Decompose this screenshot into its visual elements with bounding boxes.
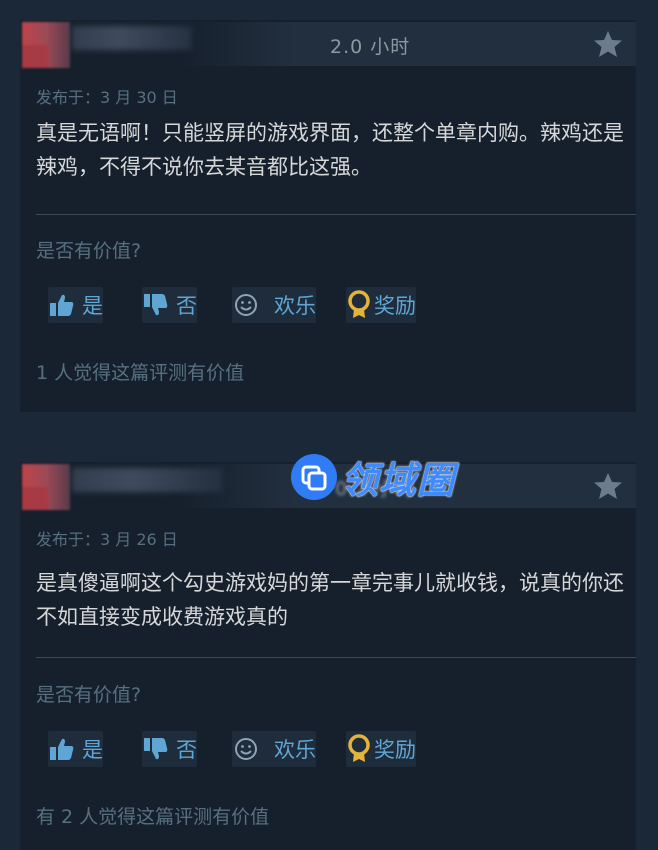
award-label: 奖励 (374, 294, 416, 318)
review-header: 2.0 小时 (20, 20, 636, 68)
review-card: 2.0 小时 发布于：3 月 30 日 真是无语啊！只能竖屏的游戏界面，还整个单… (20, 20, 636, 412)
vote-no-label: 否 (176, 294, 197, 318)
avatar[interactable] (22, 464, 70, 510)
watermark: 领域圈 (291, 451, 455, 503)
smiley-icon (235, 738, 257, 760)
vote-yes-label: 是 (82, 738, 103, 762)
vote-funny-label: 欢乐 (274, 294, 316, 318)
award-medal-icon (348, 734, 370, 762)
divider (36, 214, 636, 215)
review-card: 0.2 小时 发布于：3 月 26 日 是真傻逼啊这个勾史游戏妈的第一章完事儿就… (20, 462, 636, 850)
smiley-icon (235, 294, 257, 316)
vote-no-button[interactable]: 否 (142, 731, 197, 767)
posted-date: 发布于：3 月 26 日 (36, 530, 178, 549)
vote-funny-button[interactable]: 欢乐 (232, 731, 316, 767)
vote-yes-label: 是 (82, 294, 103, 318)
divider (36, 657, 636, 658)
watermark-logo-icon (291, 454, 337, 500)
review-text: 真是无语啊！只能竖屏的游戏界面，还整个单章内购。辣鸡还是辣鸡，不得不说你去某音都… (36, 121, 624, 179)
thumbs-down-icon (144, 294, 168, 316)
helpful-count: 1 人觉得这篇评测有价值 (36, 362, 245, 384)
vote-no-button[interactable]: 否 (142, 287, 197, 323)
award-button[interactable]: 奖励 (346, 287, 416, 323)
vote-no-label: 否 (176, 738, 197, 762)
review-text: 是真傻逼啊这个勾史游戏妈的第一章完事儿就收钱，说真的你还不如直接变成收费游戏真的 (36, 571, 624, 629)
helpful-count: 有 2 人觉得这篇评测有价值 (36, 806, 270, 828)
vote-yes-button[interactable]: 是 (48, 287, 103, 323)
star-icon (594, 31, 622, 57)
avatar[interactable] (22, 22, 70, 68)
vote-funny-button[interactable]: 欢乐 (232, 287, 316, 323)
helpful-question: 是否有价值? (36, 684, 142, 706)
thumbs-up-icon (50, 738, 74, 760)
award-button[interactable]: 奖励 (346, 731, 416, 767)
thumbs-up-icon (50, 294, 74, 316)
vote-yes-button[interactable]: 是 (48, 731, 103, 767)
star-icon (594, 473, 622, 499)
vote-funny-label: 欢乐 (274, 738, 316, 762)
reviewer-name[interactable] (72, 26, 192, 50)
posted-date: 发布于：3 月 30 日 (36, 88, 178, 107)
helpful-question: 是否有价值? (36, 240, 142, 262)
award-label: 奖励 (374, 738, 416, 762)
watermark-text: 领域圈 (341, 459, 455, 502)
thumbs-down-icon (144, 738, 168, 760)
hours-played: 2.0 小时 (330, 36, 411, 58)
award-medal-icon (348, 290, 370, 318)
